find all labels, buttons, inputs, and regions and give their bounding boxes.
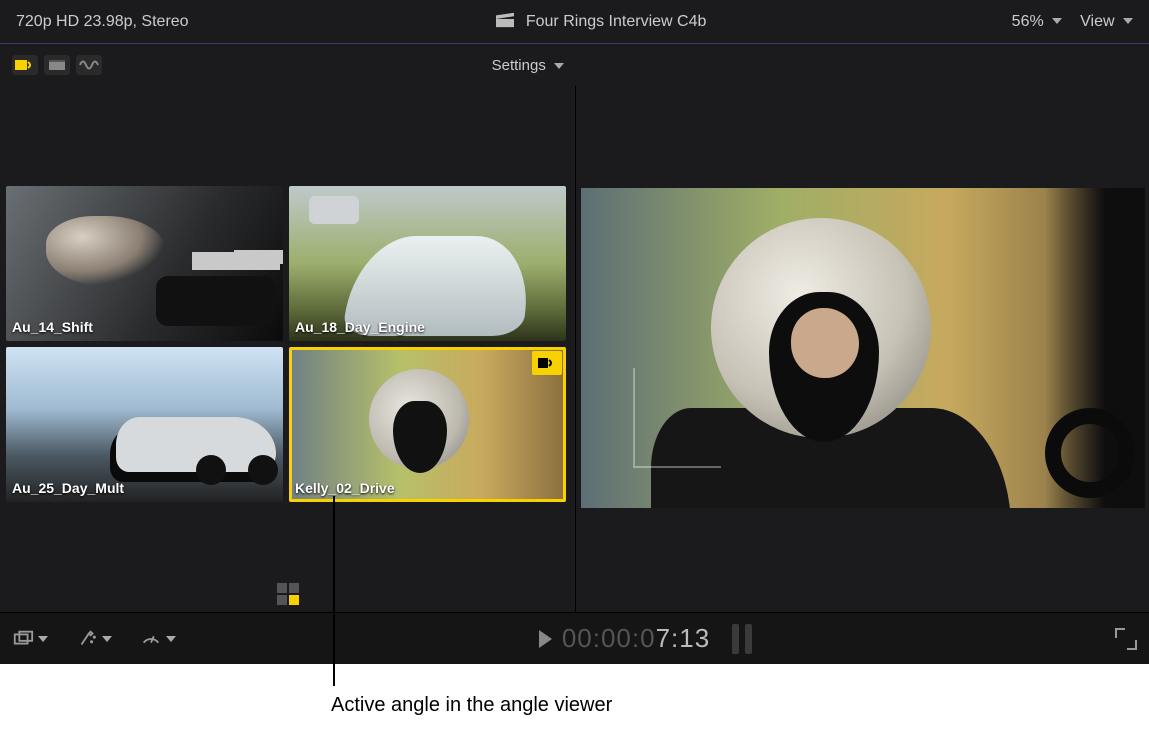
clapperboard-icon <box>494 10 516 33</box>
viewer-canvas[interactable] <box>581 188 1145 508</box>
chevron-down-icon <box>102 636 112 642</box>
app-frame: 720p HD 23.98p, Stereo Four Rings Interv… <box>0 0 1149 664</box>
timecode-lit: 7:13 <box>656 623 711 653</box>
angle-viewer-panel: Settings Au_14_Shift Au_18_Day_Engine Au… <box>0 44 576 612</box>
angle-grid: Au_14_Shift Au_18_Day_Engine Au_25_Day_M… <box>0 86 575 576</box>
angle-label: Kelly_02_Drive <box>295 480 395 496</box>
switch-video-icon[interactable] <box>44 55 70 75</box>
switch-audio-icon[interactable] <box>76 55 102 75</box>
active-angle-badge-icon <box>532 351 562 375</box>
audio-meters <box>732 624 752 654</box>
chevron-down-icon <box>1052 18 1062 24</box>
callout-text: Active angle in the angle viewer <box>331 694 612 717</box>
chevron-down-icon <box>554 63 564 69</box>
transport-bar: 00:00:07:13 <box>0 612 1149 664</box>
chevron-down-icon <box>166 636 176 642</box>
angle-label: Au_18_Day_Engine <box>295 319 425 335</box>
angle-settings-menu[interactable]: Settings <box>492 57 564 74</box>
chevron-down-icon <box>38 636 48 642</box>
timecode-display[interactable]: 00:00:07:13 <box>562 623 710 654</box>
angle-grid-footer <box>0 576 575 612</box>
angle-viewer-toolbar: Settings <box>0 44 576 86</box>
viewer-panel <box>576 44 1149 612</box>
zoom-value: 56% <box>1012 13 1044 30</box>
format-label: 720p HD 23.98p, Stereo <box>0 13 189 31</box>
chevron-down-icon <box>1123 18 1133 24</box>
angle-thumb[interactable]: Au_14_Shift <box>6 186 283 341</box>
view-menu[interactable]: View <box>1080 13 1133 31</box>
viewer-topbar: 720p HD 23.98p, Stereo Four Rings Interv… <box>0 0 1149 44</box>
angle-layout-button[interactable] <box>277 583 299 605</box>
retime-menu[interactable] <box>140 628 176 650</box>
main-area: Settings Au_14_Shift Au_18_Day_Engine Au… <box>0 44 1149 612</box>
overlay-guide <box>633 368 721 468</box>
clip-appearance-menu[interactable] <box>12 628 48 650</box>
clip-title: Four Rings Interview C4b <box>526 13 707 31</box>
play-button[interactable] <box>539 630 552 648</box>
angle-thumb-active[interactable]: Kelly_02_Drive <box>289 347 566 502</box>
timecode-dim: 00:00:0 <box>562 623 656 653</box>
switch-video-audio-icon[interactable] <box>12 55 38 75</box>
callout-line <box>333 496 335 686</box>
angle-label: Au_14_Shift <box>12 319 93 335</box>
fullscreen-button[interactable] <box>1115 628 1137 650</box>
zoom-menu[interactable]: 56% <box>1012 13 1062 31</box>
angle-thumb[interactable]: Au_18_Day_Engine <box>289 186 566 341</box>
angle-thumb[interactable]: Au_25_Day_Mult <box>6 347 283 502</box>
angle-label: Au_25_Day_Mult <box>12 480 124 496</box>
effects-menu[interactable] <box>76 628 112 650</box>
